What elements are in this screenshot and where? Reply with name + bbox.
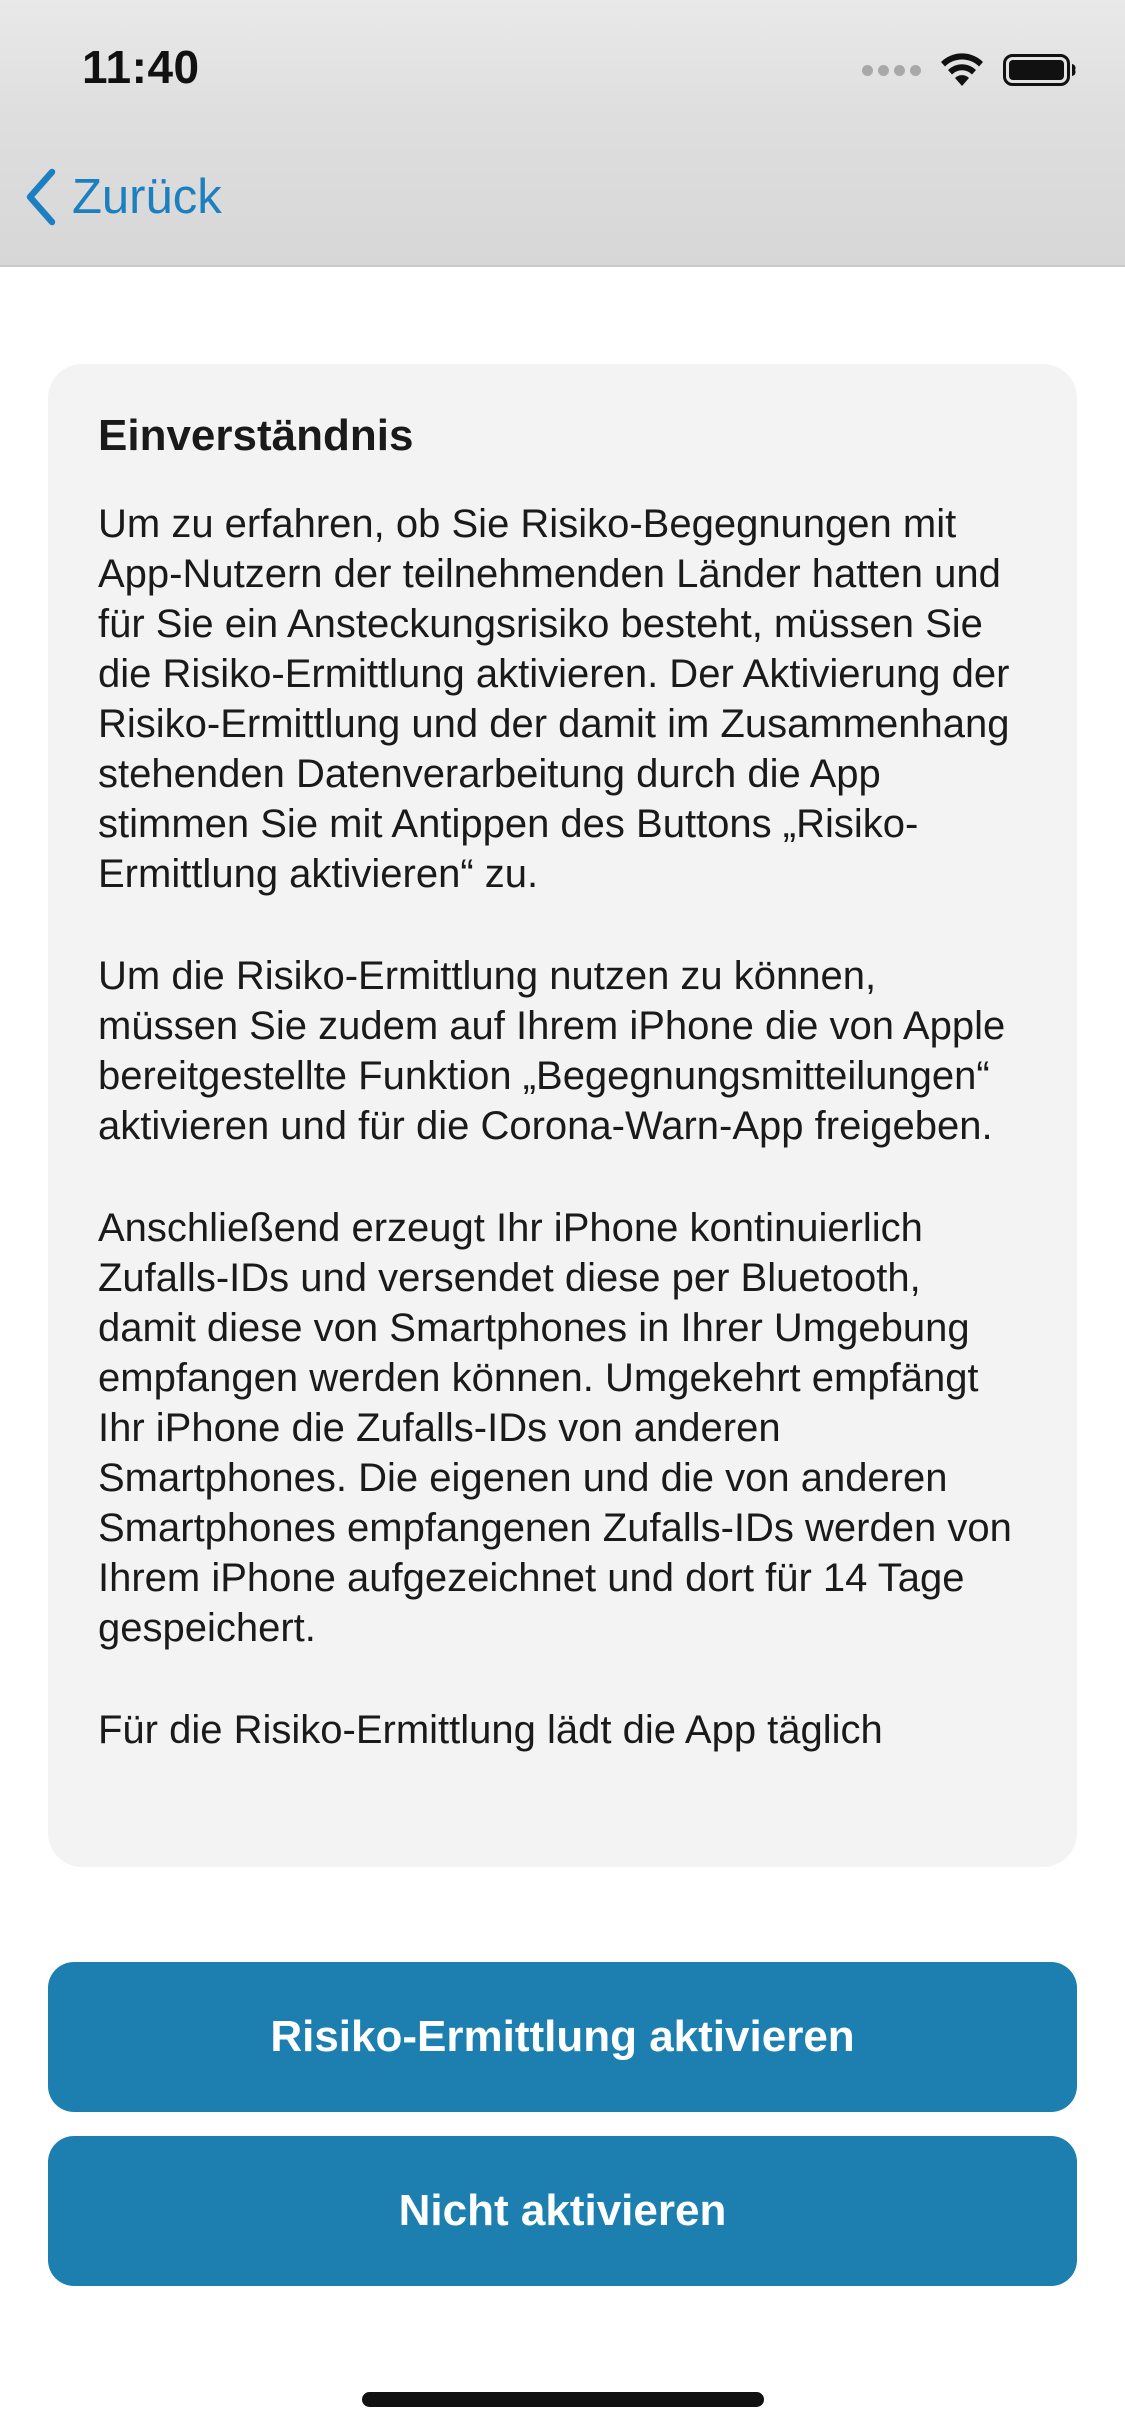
status-icons (862, 48, 1077, 92)
cellular-signal-icon (862, 64, 921, 76)
action-button-area: Risiko-Ermittlung aktivieren Nicht aktiv… (0, 1914, 1125, 2436)
consent-paragraph: Für die Risiko-Ermittlung lädt die App t… (98, 1707, 883, 1752)
consent-paragraph: Um die Risiko-Ermittlung nutzen zu könne… (98, 953, 1006, 1148)
chevron-left-icon (24, 168, 58, 226)
consent-paragraph: Anschließend erzeugt Ihr iPhone kontinui… (98, 1205, 1012, 1650)
wifi-icon (939, 52, 985, 88)
consent-title: Einverständnis (98, 411, 414, 460)
back-label: Zurück (72, 170, 222, 224)
navigation-bar: 11:40 Zurück (0, 0, 1125, 267)
back-button[interactable]: Zurück (24, 160, 222, 234)
activate-risk-detection-button[interactable]: Risiko-Ermittlung aktivieren (48, 1962, 1077, 2112)
consent-paragraph: Um zu erfahren, ob Sie Risiko-Begegnunge… (98, 501, 1010, 896)
battery-icon (1003, 52, 1077, 88)
do-not-activate-button[interactable]: Nicht aktivieren (48, 2136, 1077, 2286)
consent-card: Einverständnis Um zu erfahren, ob Sie Ri… (48, 364, 1077, 1867)
status-time: 11:40 (82, 41, 200, 93)
home-indicator[interactable] (362, 2392, 764, 2407)
consent-scroll-area[interactable]: Einverständnis Um zu erfahren, ob Sie Ri… (0, 266, 1125, 1914)
